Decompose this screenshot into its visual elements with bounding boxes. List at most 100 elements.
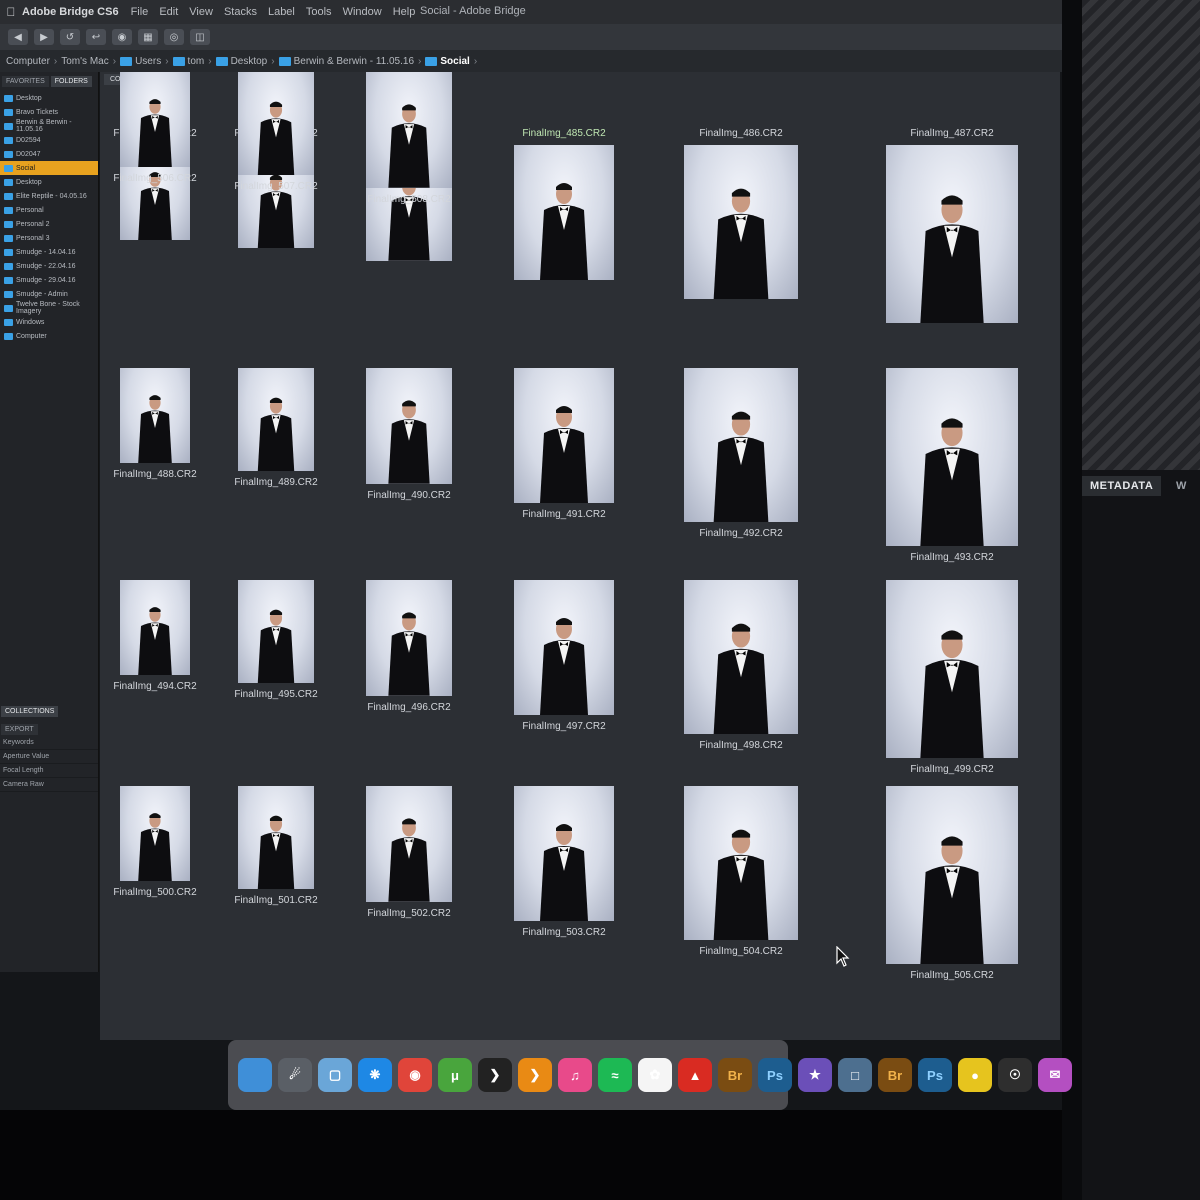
thumbnail-cell[interactable]: FinalImg_500.CR2 xyxy=(110,786,200,898)
thumbnail-cell[interactable]: FinalImg_487.CR2 xyxy=(876,128,1028,323)
photoshop-icon[interactable]: Ps xyxy=(758,1058,792,1092)
tab-folders[interactable]: FOLDERS xyxy=(50,76,92,87)
filter-row[interactable]: Focal Length xyxy=(0,764,98,778)
folder-item[interactable]: Elite Reptile - 04.05.16 xyxy=(0,189,98,203)
thumbnail-image[interactable] xyxy=(684,145,798,299)
photos-icon[interactable]: ✿ xyxy=(638,1058,672,1092)
thumbnail-image[interactable] xyxy=(886,580,1018,758)
forward-icon[interactable]: ▶ xyxy=(34,29,54,45)
thumbnail-cell[interactable]: FinalImg_506.CR2 xyxy=(110,72,200,184)
thumbnail-image[interactable] xyxy=(120,72,190,167)
folder-item[interactable]: Desktop xyxy=(0,91,98,105)
spotify-icon[interactable]: ≈ xyxy=(598,1058,632,1092)
thumbnail-cell[interactable]: FinalImg_485.CR2 xyxy=(504,128,624,280)
folder-item[interactable]: D02594 xyxy=(0,133,98,147)
thumbnail-image[interactable] xyxy=(514,580,614,715)
thumbnail-cell[interactable]: FinalImg_504.CR2 xyxy=(674,786,808,957)
tab-export[interactable]: EXPORT xyxy=(1,724,38,735)
folder-item[interactable]: Personal 3 xyxy=(0,231,98,245)
tab-favorites[interactable]: FAVORITES xyxy=(2,76,49,87)
thumbnail-image[interactable] xyxy=(120,580,190,675)
crumb-users[interactable]: Users xyxy=(120,56,161,67)
thumbnail-cell[interactable]: FinalImg_497.CR2 xyxy=(504,580,624,732)
acrobat-icon[interactable]: ▲ xyxy=(678,1058,712,1092)
thumbnail-image[interactable] xyxy=(366,368,452,484)
folder-item[interactable]: Twelve Bone - Stock Imagery xyxy=(0,301,98,315)
thumbnail-cell[interactable]: FinalImg_494.CR2 xyxy=(110,580,200,692)
utorrent-icon[interactable]: μ xyxy=(438,1058,472,1092)
camera-icon[interactable]: ◉ xyxy=(112,29,132,45)
folder-item[interactable]: Windows xyxy=(0,315,98,329)
menu-window[interactable]: Window xyxy=(343,6,382,18)
folder-item[interactable]: Berwin & Berwin - 11.05.16 xyxy=(0,119,98,133)
folder-item[interactable]: Smudge - 29.04.16 xyxy=(0,273,98,287)
thumbnail-cell[interactable]: FinalImg_508.CR2 xyxy=(356,72,462,205)
safari-icon[interactable]: ❋ xyxy=(358,1058,392,1092)
filter-row[interactable]: Camera Raw xyxy=(0,778,98,792)
thumbnail-cell[interactable]: FinalImg_492.CR2 xyxy=(674,368,808,539)
bridge-icon[interactable]: Br xyxy=(718,1058,752,1092)
thumbnail-image[interactable] xyxy=(366,786,452,902)
finder-window-icon[interactable]: □ xyxy=(838,1058,872,1092)
thumbnail-image[interactable] xyxy=(514,786,614,921)
menu-edit[interactable]: Edit xyxy=(159,6,178,18)
thumbnail-cell[interactable]: FinalImg_503.CR2 xyxy=(504,786,624,938)
folder-item[interactable]: Smudge - Admin xyxy=(0,287,98,301)
crumb-social[interactable]: Social xyxy=(425,56,470,67)
thumbnail-cell[interactable]: FinalImg_501.CR2 xyxy=(228,786,324,906)
crumb-berwin[interactable]: Berwin & Berwin - 11.05.16 xyxy=(278,56,414,67)
crumb-computer[interactable]: Computer xyxy=(6,56,50,67)
folder-item[interactable]: Social xyxy=(0,161,98,175)
chrome-icon[interactable]: ◉ xyxy=(398,1058,432,1092)
tab-keywords[interactable]: W xyxy=(1174,476,1188,496)
folder-item[interactable]: Bravo Tickets xyxy=(0,105,98,119)
folder-item[interactable]: Personal xyxy=(0,203,98,217)
thumbnail-image[interactable] xyxy=(366,72,452,188)
thumbnail-cell[interactable]: FinalImg_489.CR2 xyxy=(228,368,324,488)
menu-tools[interactable]: Tools xyxy=(306,6,332,18)
thumbnail-image[interactable] xyxy=(886,368,1018,546)
plex-icon[interactable]: ❯ xyxy=(478,1058,512,1092)
cyberduck-icon[interactable]: ● xyxy=(958,1058,992,1092)
app-name[interactable]: Adobe Bridge CS6 xyxy=(22,6,119,18)
thumbnail-cell[interactable]: FinalImg_490.CR2 xyxy=(356,368,462,501)
thumbnail-image[interactable] xyxy=(120,786,190,881)
thumbnail-image[interactable] xyxy=(120,368,190,463)
preview-icon[interactable]: ▢ xyxy=(318,1058,352,1092)
open-in-camera-raw-icon[interactable]: ◎ xyxy=(164,29,184,45)
folder-item[interactable]: Smudge - 14.04.16 xyxy=(0,245,98,259)
thumbnail-image[interactable] xyxy=(684,786,798,940)
crumb-mac[interactable]: Tom's Mac xyxy=(61,56,108,67)
thumbnail-image[interactable] xyxy=(886,786,1018,964)
folder-item[interactable]: Personal 2 xyxy=(0,217,98,231)
filter-row[interactable]: Aperture Value xyxy=(0,750,98,764)
photoshop-icon-2[interactable]: Ps xyxy=(918,1058,952,1092)
thumbnail-image[interactable] xyxy=(238,786,314,889)
refine-icon[interactable]: ▦ xyxy=(138,29,158,45)
thumbnail-cell[interactable]: FinalImg_495.CR2 xyxy=(228,580,324,700)
thumbnail-cell[interactable]: FinalImg_493.CR2 xyxy=(876,368,1028,563)
thumbnail-image[interactable] xyxy=(238,72,314,175)
recent-icon[interactable]: ↺ xyxy=(60,29,80,45)
thumbnail-cell[interactable]: FinalImg_496.CR2 xyxy=(356,580,462,713)
folder-item[interactable]: Computer xyxy=(0,329,98,343)
thumbnail-cell[interactable]: FinalImg_486.CR2 xyxy=(674,128,808,299)
thumbnail-cell[interactable]: FinalImg_507.CR2 xyxy=(228,72,324,192)
thumbnail-cell[interactable]: FinalImg_502.CR2 xyxy=(356,786,462,919)
thumbnail-cell[interactable]: FinalImg_491.CR2 xyxy=(504,368,624,520)
menu-help[interactable]: Help xyxy=(393,6,416,18)
folder-item[interactable]: D02047 xyxy=(0,147,98,161)
apple-icon[interactable]:  xyxy=(0,5,22,19)
menu-view[interactable]: View xyxy=(189,6,213,18)
tab-metadata[interactable]: METADATA xyxy=(1082,476,1162,496)
crumb-desktop[interactable]: Desktop xyxy=(215,56,267,67)
boomerang-icon[interactable]: ↩ xyxy=(86,29,106,45)
xtorrent-icon[interactable]: ☉ xyxy=(998,1058,1032,1092)
filter-row[interactable]: Keywords xyxy=(0,736,98,750)
thumbnail-image[interactable] xyxy=(238,580,314,683)
thumbnail-image[interactable] xyxy=(684,580,798,734)
folder-item[interactable]: Desktop xyxy=(0,175,98,189)
infuse-icon[interactable]: ❯ xyxy=(518,1058,552,1092)
menu-file[interactable]: File xyxy=(131,6,149,18)
crumb-tom[interactable]: tom xyxy=(172,56,204,67)
